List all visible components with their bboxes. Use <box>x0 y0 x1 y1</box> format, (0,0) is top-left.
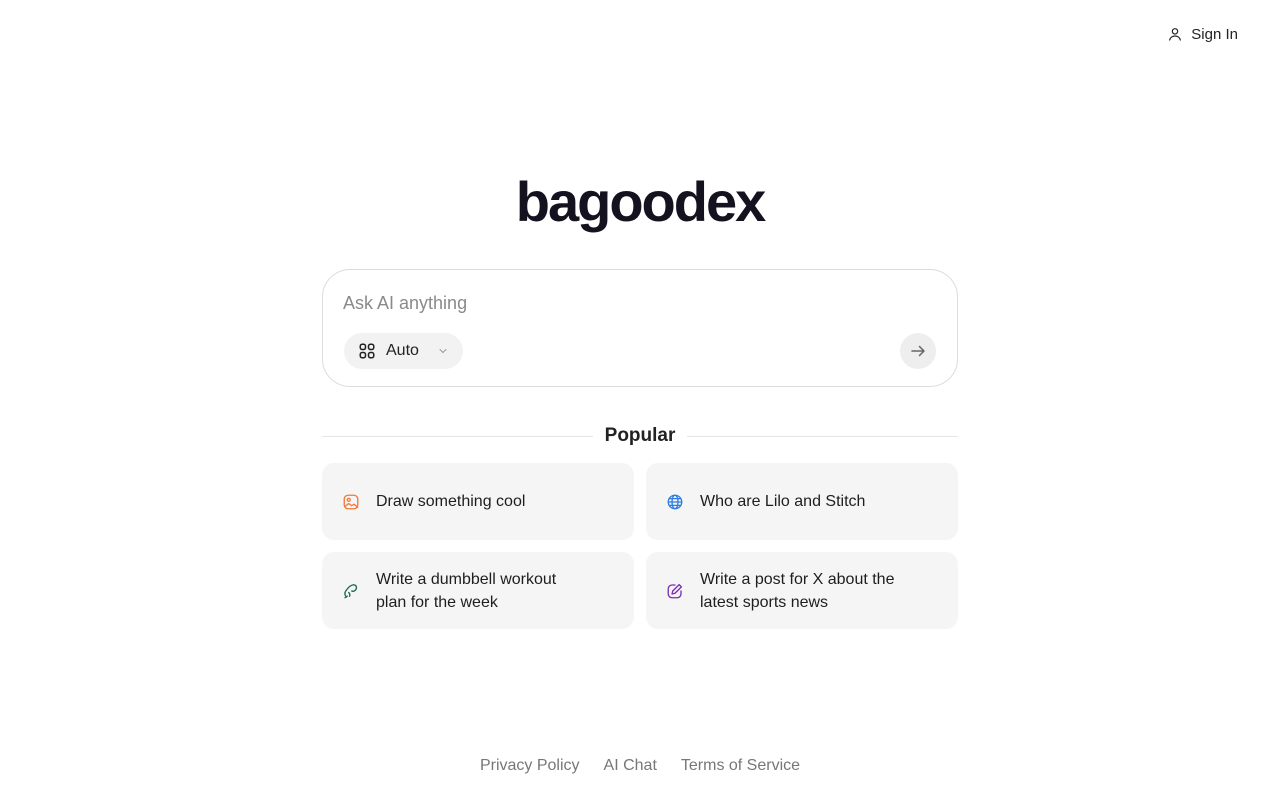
suggestion-card-post[interactable]: Write a post for X about the latest spor… <box>646 552 958 629</box>
edit-icon <box>667 583 683 598</box>
suggestion-card-draw[interactable]: Draw something cool <box>322 463 634 540</box>
send-button[interactable] <box>900 333 936 369</box>
dumbbell-icon <box>344 583 358 598</box>
footer-link-ai-chat[interactable]: AI Chat <box>604 757 657 775</box>
search-box: Auto <box>322 269 958 387</box>
arrow-right-icon <box>911 345 925 357</box>
popular-cards: Draw something cool Who are Lilo and Sti… <box>322 463 958 629</box>
suggestion-label: Draw something cool <box>376 493 526 510</box>
suggestion-card-workout[interactable]: Write a dumbbell workout plan for the we… <box>322 552 634 629</box>
popular-divider: Popular <box>322 422 959 450</box>
footer-link-terms[interactable]: Terms of Service <box>681 757 800 775</box>
image-icon <box>343 494 359 509</box>
suggestion-label: Write a dumbbell workout plan for the we… <box>376 570 557 611</box>
divider-line <box>687 435 959 437</box>
user-icon <box>1169 28 1182 41</box>
logo: bagoodex <box>515 170 766 233</box>
search-input[interactable] <box>343 288 923 318</box>
divider-line <box>322 435 593 437</box>
chevron-down-icon <box>439 349 447 354</box>
mode-label: Auto <box>386 342 419 359</box>
footer: Privacy Policy AI Chat Terms of Service <box>0 757 1280 775</box>
sign-in-label: Sign In <box>1191 25 1238 43</box>
mode-dropdown[interactable]: Auto <box>344 333 463 369</box>
popular-heading: Popular <box>604 425 676 446</box>
suggestion-card-lilo[interactable]: Who are Lilo and Stitch <box>646 463 958 540</box>
grid-icon <box>359 343 375 359</box>
footer-link-privacy[interactable]: Privacy Policy <box>480 757 580 775</box>
globe-icon <box>667 494 683 509</box>
sign-in-button[interactable]: Sign In <box>1167 22 1238 46</box>
suggestion-label: Who are Lilo and Stitch <box>700 493 866 510</box>
suggestion-label: Write a post for X about the latest spor… <box>700 570 895 611</box>
page: Sign In bagoodex Auto Popular <box>0 0 1280 800</box>
